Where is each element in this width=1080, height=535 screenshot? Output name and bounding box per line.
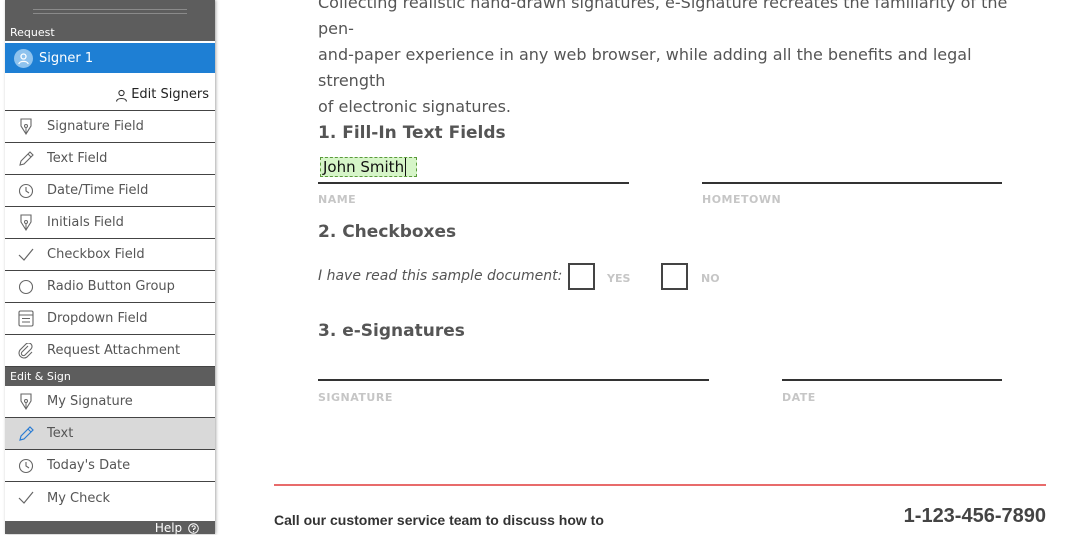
yes-checkbox[interactable] — [568, 263, 595, 290]
intro-line: and-paper experience in any web browser,… — [318, 45, 972, 90]
sidebar-item-text-field[interactable]: Text Field — [5, 143, 215, 175]
sidebar-item-label: Checkbox Field — [47, 247, 145, 262]
sidebar-item-my-check[interactable]: My Check — [5, 482, 215, 514]
edit-signers-label: Edit Signers — [131, 87, 209, 102]
checkbox-sentence: I have read this sample document: — [318, 268, 563, 284]
sidebar-item-initials-field[interactable]: Initials Field — [5, 207, 215, 239]
clock-icon — [5, 458, 47, 474]
help-label: Help — [154, 521, 183, 535]
footer-divider — [274, 484, 1046, 486]
pen-nib-icon — [5, 117, 47, 136]
sidebar-item-label: Text — [47, 426, 74, 441]
edit-sign-group-header: Edit & Sign — [5, 367, 215, 386]
sidebar-item-text[interactable]: Text — [5, 418, 215, 450]
help-question-icon — [188, 523, 199, 534]
sidebar-item-label: Text Field — [47, 151, 108, 166]
intro-paragraph: Collecting realistic hand-drawn signatur… — [318, 0, 1018, 120]
sidebar-item-dropdown-field[interactable]: Dropdown Field — [5, 303, 215, 335]
sidebar-item-my-signature[interactable]: My Signature — [5, 386, 215, 418]
section-esignatures-title: 3. e-Signatures — [318, 321, 465, 341]
help-button[interactable]: Help — [5, 521, 215, 535]
intro-line: Collecting realistic hand-drawn signatur… — [318, 0, 1008, 38]
sidebar-item-label: Radio Button Group — [47, 279, 175, 294]
name-label: NAME — [318, 193, 357, 206]
sidebar-item-label: My Check — [47, 490, 111, 506]
sidebar-item-label: Request Attachment — [47, 343, 181, 358]
name-line — [318, 182, 629, 184]
pencil-icon — [5, 425, 47, 442]
section-fill-in-title: 1. Fill-In Text Fields — [318, 123, 506, 143]
request-group-header: Request — [5, 24, 215, 41]
signer-selector[interactable]: Signer 1 — [5, 41, 215, 73]
no-checkbox[interactable] — [661, 263, 688, 290]
user-outline-icon — [115, 89, 128, 102]
sidebar-drag-handle[interactable] — [5, 0, 215, 24]
section-checkboxes-title: 2. Checkboxes — [318, 222, 457, 242]
radio-circle-icon — [5, 279, 47, 295]
footer-cta-text: Call our customer service team to discus… — [274, 512, 604, 528]
sidebar-item-label: My Signature — [47, 394, 133, 409]
edit-signers-button[interactable]: Edit Signers — [5, 73, 215, 111]
hometown-label: HOMETOWN — [702, 193, 782, 206]
sidebar-item-label: Date/Time Field — [47, 183, 149, 198]
sidebar-item-label: Signature Field — [47, 119, 144, 134]
clock-icon — [5, 183, 47, 199]
dropdown-list-icon — [5, 310, 47, 327]
sidebar-item-request-attachment[interactable]: Request Attachment — [5, 335, 215, 367]
intro-line: of electronic signatures. — [318, 97, 511, 116]
sidebar-item-label: Dropdown Field — [47, 311, 148, 326]
sidebar-item-radio-button-group[interactable]: Radio Button Group — [5, 271, 215, 303]
date-label: DATE — [782, 391, 816, 404]
field-sidebar: Request Signer 1 Edit Signers Signature … — [5, 0, 215, 535]
date-line[interactable] — [782, 379, 1002, 381]
sidebar-item-label: Initials Field — [47, 215, 124, 230]
footer-phone-number: 1-123-456-7890 — [903, 505, 1046, 527]
signature-label: SIGNATURE — [318, 391, 393, 404]
name-text-input[interactable]: John Smith — [320, 157, 417, 177]
sidebar-item-label: Today's Date — [47, 458, 131, 473]
name-value: John Smith — [323, 158, 405, 176]
sidebar-item-checkbox-field[interactable]: Checkbox Field — [5, 239, 215, 271]
user-icon — [14, 48, 33, 68]
hometown-line[interactable] — [702, 182, 1002, 184]
paperclip-icon — [5, 342, 47, 359]
signature-line[interactable] — [318, 379, 709, 381]
sidebar-item-date-time-field[interactable]: Date/Time Field — [5, 175, 215, 207]
no-label: NO — [701, 272, 720, 285]
grip-line — [33, 13, 187, 14]
sidebar-item-signature-field[interactable]: Signature Field — [5, 111, 215, 143]
checkmark-icon — [5, 248, 47, 262]
yes-label: YES — [607, 272, 631, 285]
grip-line — [33, 9, 187, 10]
checkmark-icon — [5, 491, 47, 505]
pencil-icon — [5, 150, 47, 167]
signer-label: Signer 1 — [39, 50, 94, 66]
pen-nib-icon — [5, 213, 47, 232]
sidebar-item-todays-date[interactable]: Today's Date — [5, 450, 215, 482]
pen-nib-icon — [5, 392, 47, 411]
